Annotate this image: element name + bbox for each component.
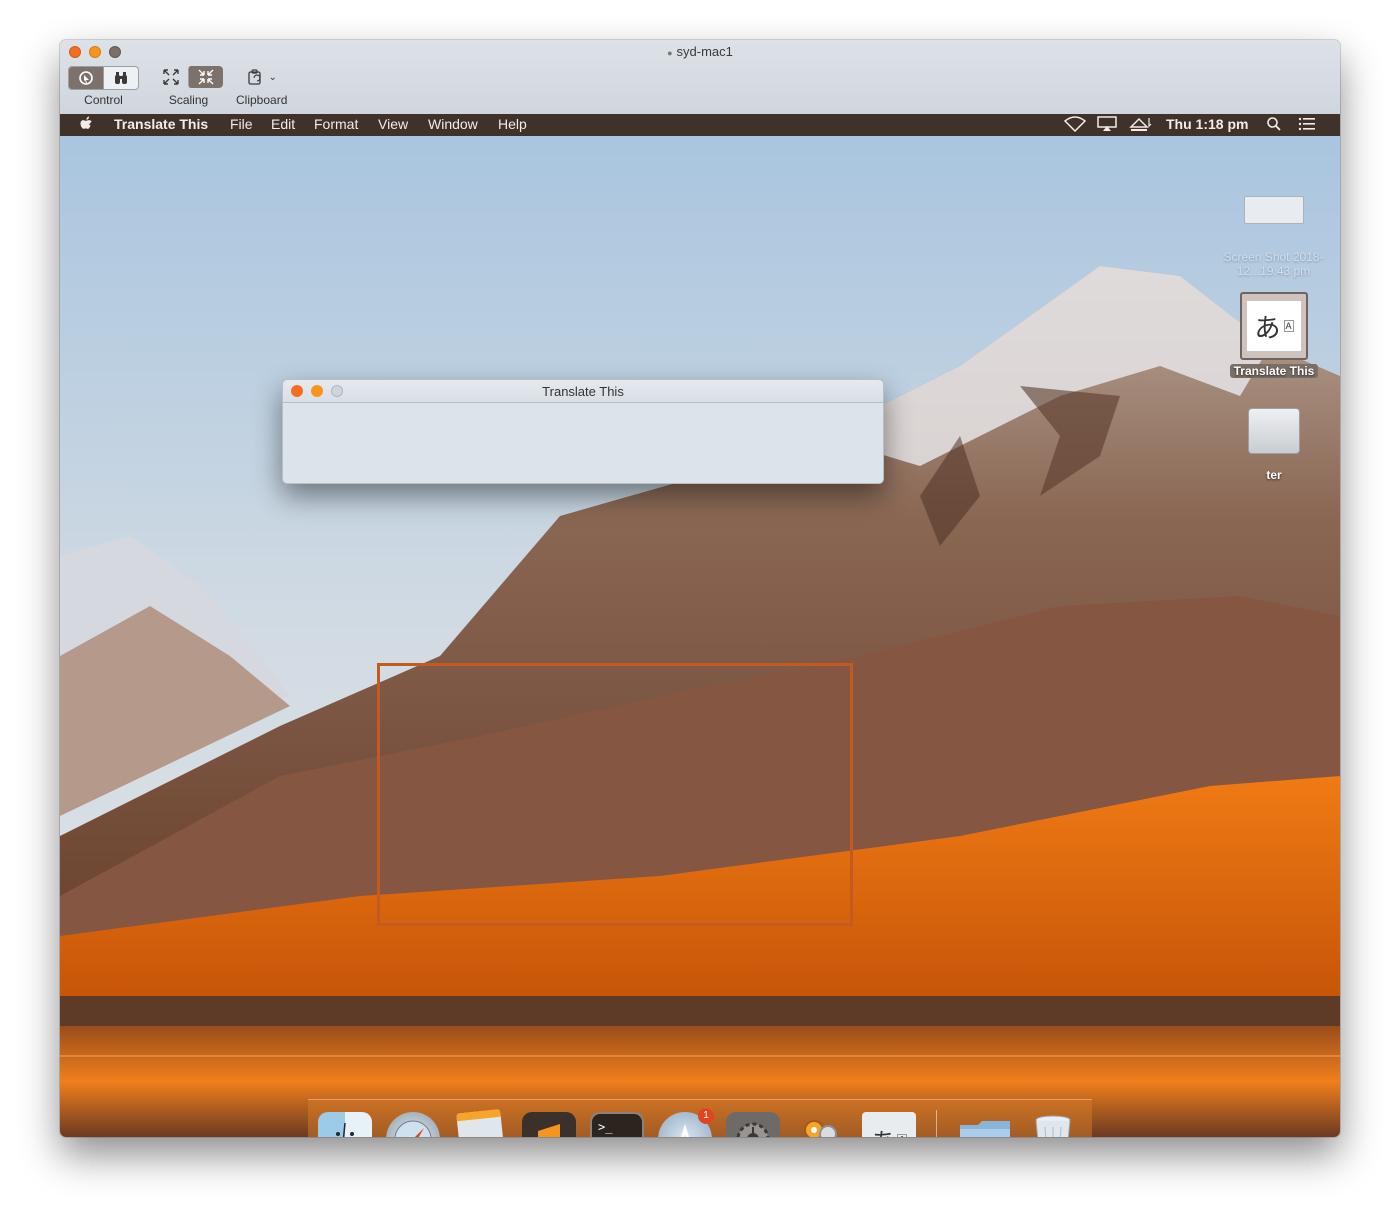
dock-folder-icon[interactable] [958, 1112, 1012, 1137]
desktop-icon-translate-this[interactable]: あA Translate This [1224, 292, 1324, 378]
window-title: ● syd-mac1 [667, 44, 733, 59]
mountain-wallpaper-image [60, 136, 1340, 1137]
binoculars-icon [115, 72, 127, 84]
dock-translate-this-icon[interactable]: あA [862, 1112, 916, 1137]
dock-trash-icon[interactable] [1026, 1112, 1080, 1137]
dock-translate-glyph: あ [871, 1122, 895, 1138]
translate-window-title: Translate This [542, 384, 624, 399]
app-store-badge: 1 [698, 1108, 714, 1124]
translate-window-titlebar[interactable]: Translate This [283, 380, 883, 403]
dock-translate-small-glyph: A [897, 1133, 907, 1137]
translate-small-glyph: A [1283, 320, 1294, 332]
menu-help[interactable]: Help [498, 116, 527, 132]
dock-terminal-icon[interactable]: >_ [590, 1112, 644, 1137]
dock: >_ 1 あA [308, 1099, 1092, 1137]
menu-window[interactable]: Window [428, 116, 478, 132]
airplay-icon[interactable] [1096, 116, 1118, 135]
menu-edit[interactable]: Edit [271, 116, 295, 132]
scaling-group: Scaling [154, 66, 223, 107]
shrink-arrows-icon [198, 69, 214, 85]
translate-glyph: あ [1254, 312, 1281, 343]
dock-keychain-keys-icon[interactable] [794, 1112, 848, 1137]
wifi-icon[interactable] [1063, 116, 1087, 135]
control-label: Control [84, 93, 123, 107]
menu-view[interactable]: View [378, 116, 408, 132]
dock-safari-compass-icon[interactable] [386, 1112, 440, 1137]
chevron-down-icon: ⌄ [268, 71, 277, 83]
actual-size-button[interactable] [188, 66, 223, 88]
mac-menubar: Translate This File Edit Format View Win… [60, 114, 1340, 136]
expand-arrows-icon [163, 69, 179, 85]
screenshot-thumbnail-icon [1243, 196, 1304, 224]
control-mode-button[interactable] [69, 67, 103, 89]
desktop-icon-drive[interactable]: ter [1234, 408, 1314, 482]
connection-icon: ● [667, 48, 673, 58]
dock-app-store-icon[interactable]: 1 [658, 1108, 714, 1137]
clipboard-group: ⌄ Clipboard [236, 66, 287, 107]
dock-system-preferences-gear-icon[interactable] [726, 1112, 780, 1137]
dock-notes-icon[interactable] [454, 1108, 508, 1137]
apple-menu-icon[interactable] [80, 116, 94, 135]
screen-capture-selection[interactable] [377, 663, 853, 926]
translate-this-caption: Translate This [1229, 364, 1319, 378]
observe-mode-button[interactable] [103, 67, 138, 89]
hard-drive-icon [1248, 408, 1300, 454]
control-group: Control [68, 66, 139, 107]
eject-icon[interactable] [1129, 116, 1153, 135]
clipboard-label: Clipboard [236, 93, 288, 107]
fit-screen-button[interactable] [154, 66, 188, 88]
menu-app-name[interactable]: Translate This [114, 116, 208, 132]
remote-desktop-window: ● syd-mac1 Control Scaling ⌄ Clipboard T… [60, 40, 1340, 1137]
scaling-label: Scaling [168, 93, 209, 107]
notification-center-icon[interactable] [1298, 116, 1316, 135]
control-cursor-icon [79, 71, 93, 85]
dock-finder-icon[interactable] [318, 1112, 372, 1137]
clipboard-icon [248, 69, 262, 85]
terminal-prompt: >_ [598, 1120, 613, 1134]
translate-this-window[interactable]: Translate This [282, 379, 884, 484]
clipboard-button[interactable]: ⌄ [237, 66, 287, 88]
drive-caption: ter [1266, 468, 1282, 482]
dock-separator [936, 1110, 937, 1137]
screenshot-caption: Screen Shot 2018-12...19.43 pm [1223, 250, 1324, 278]
menu-clock[interactable]: Thu 1:18 pm [1166, 116, 1248, 132]
window-titlebar[interactable]: ● syd-mac1 Control Scaling ⌄ Clipboard [60, 40, 1340, 115]
dock-sublime-icon[interactable] [522, 1112, 576, 1137]
desktop-icon-screenshot[interactable]: Screen Shot 2018-12...19.43 pm [1206, 196, 1340, 278]
translate-app-icon: あA [1240, 292, 1308, 360]
desktop-wallpaper[interactable]: Translate This Screen Shot 2018-12...19.… [60, 136, 1340, 1137]
menu-file[interactable]: File [230, 116, 253, 132]
spotlight-search-icon[interactable] [1266, 116, 1282, 135]
menu-format[interactable]: Format [314, 116, 358, 132]
